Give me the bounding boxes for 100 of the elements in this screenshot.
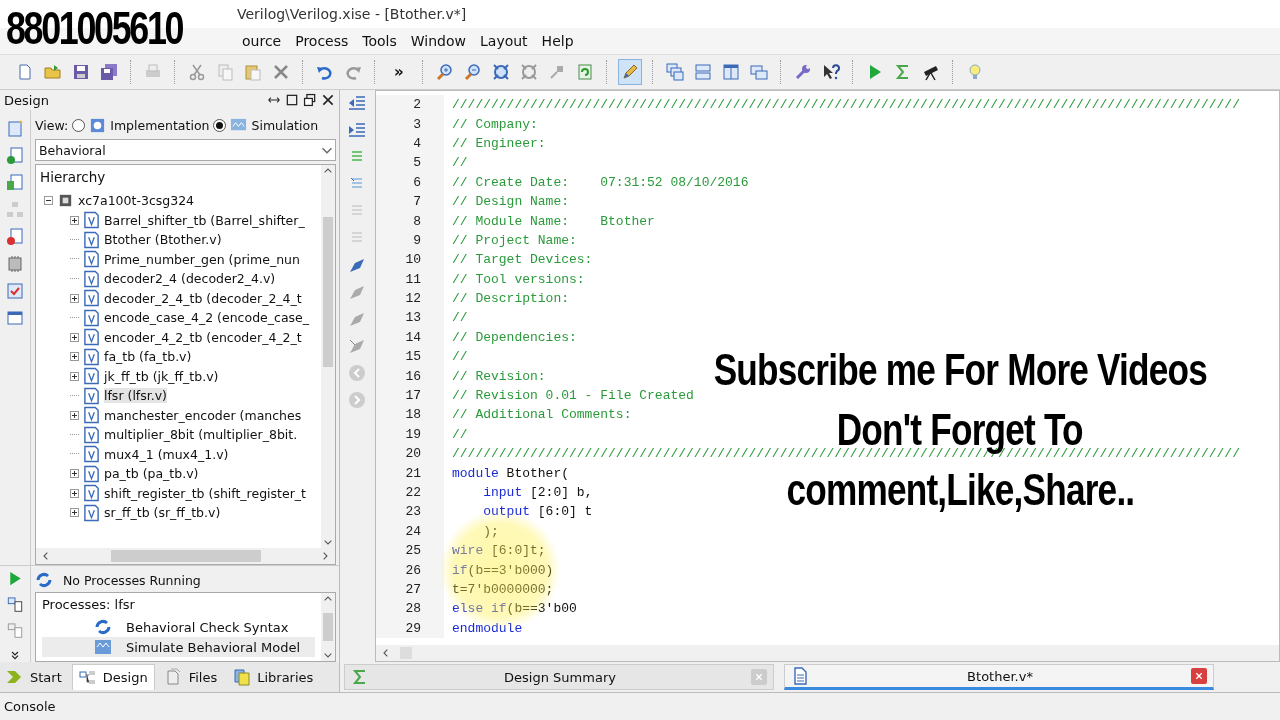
verilog-file-icon bbox=[83, 367, 100, 386]
menu-item[interactable]: Help bbox=[536, 33, 583, 49]
tree-item[interactable]: jk_ff_tb (jk_ff_tb.v) bbox=[104, 368, 219, 384]
cascade-windows-button[interactable] bbox=[663, 60, 686, 84]
document-icon bbox=[791, 667, 809, 685]
expand-icon[interactable] bbox=[70, 332, 79, 342]
window-title: Verilog\Verilog.xise - [Btother.v*] bbox=[237, 6, 467, 22]
tree-item[interactable]: encode_case_4_2 (encode_case_ bbox=[104, 310, 309, 326]
tree-item[interactable]: sr_ff_tb (sr_ff_tb.v) bbox=[104, 505, 221, 521]
tree-item[interactable]: encoder_4_2_tb (encoder_4_2_t bbox=[104, 329, 302, 345]
panel-title: Design bbox=[4, 92, 49, 108]
radio-label[interactable]: Simulation bbox=[251, 117, 319, 133]
view-label: View: bbox=[35, 117, 69, 133]
radio-button[interactable] bbox=[213, 118, 227, 132]
table-icon bbox=[6, 309, 24, 327]
delete-icon bbox=[272, 63, 290, 81]
radio-button[interactable] bbox=[72, 118, 86, 132]
code-line: // Tool versions: bbox=[452, 271, 585, 287]
expand-icon[interactable] bbox=[70, 410, 79, 420]
view-dropdown[interactable]: Behavioral bbox=[35, 139, 336, 161]
caption-overlay: comment,Like,Share.. bbox=[786, 464, 1134, 516]
tree-item[interactable]: Btother (Btother.v) bbox=[104, 232, 222, 248]
tree-item[interactable]: decoder_2_4_tb (decoder_2_4_t bbox=[104, 290, 302, 306]
verilog-file-icon bbox=[83, 464, 100, 483]
line-number: 27 bbox=[376, 579, 444, 600]
expand-icon[interactable] bbox=[70, 215, 79, 225]
task-item[interactable]: Behavioral Check Syntax bbox=[42, 617, 315, 637]
line-number: 12 bbox=[376, 288, 444, 309]
zoom-in-icon bbox=[435, 63, 454, 81]
task-item[interactable]: Simulate Behavioral Model bbox=[42, 637, 315, 657]
bookmark-next-icon bbox=[348, 283, 366, 301]
expand-icon[interactable] bbox=[70, 371, 79, 381]
code-line: module Btother( bbox=[452, 465, 570, 481]
bookmark-prev-icon bbox=[348, 310, 366, 328]
tree-item[interactable]: Barrel_shifter_tb (Barrel_shifter_ bbox=[104, 212, 305, 228]
expand-icon[interactable] bbox=[70, 352, 79, 362]
editor-tab[interactable]: Btother.v* bbox=[784, 664, 1214, 690]
expand-icon[interactable] bbox=[70, 469, 79, 479]
menu-item[interactable]: Process bbox=[290, 33, 358, 49]
verilog-file-icon bbox=[83, 230, 100, 249]
line-number: 5 bbox=[376, 153, 444, 173]
code-line: endmodule bbox=[452, 620, 523, 636]
tree-item[interactable]: mux4_1 (mux4_1.v) bbox=[104, 446, 229, 462]
line-number: 13 bbox=[376, 308, 444, 328]
tree-item[interactable]: multiplier_8bit (multiplier_8bit. bbox=[104, 427, 298, 443]
line-number: 28 bbox=[376, 599, 444, 619]
panel-tab[interactable]: Files bbox=[158, 664, 224, 690]
line-number: 20 bbox=[376, 444, 444, 464]
zoom-out-icon bbox=[463, 63, 482, 81]
tree-item[interactable]: fa_tb (fa_tb.v) bbox=[104, 349, 192, 365]
scrollbar-thumb[interactable] bbox=[323, 613, 333, 641]
tree-item[interactable]: shift_register_tb (shift_register_t bbox=[104, 485, 306, 501]
scrollbar-thumb[interactable] bbox=[323, 216, 333, 367]
tree-item[interactable]: lfsr (lfsr.v) bbox=[104, 388, 167, 404]
line-number: 9 bbox=[376, 230, 444, 251]
refresh-icon bbox=[575, 63, 594, 81]
toolbar-overflow[interactable]: » bbox=[386, 63, 412, 81]
panel-tab[interactable]: Start bbox=[0, 664, 68, 690]
code-line: // bbox=[452, 310, 468, 326]
code-line: // Create Date: 07:31:52 08/10/2016 bbox=[452, 174, 749, 190]
add-source-icon bbox=[6, 147, 24, 165]
processes-title: Processes: lfsr bbox=[42, 597, 136, 614]
code-line: output [6:0] t bbox=[482, 504, 593, 520]
tree-item[interactable]: pa_tb (pa_tb.v) bbox=[104, 466, 199, 482]
code-line: // Module Name: Btother bbox=[452, 213, 655, 229]
expand-icon[interactable] bbox=[70, 293, 79, 303]
expand-icon[interactable] bbox=[70, 488, 79, 498]
radio-label[interactable]: Implementation bbox=[110, 117, 210, 133]
code-line: // Project Name: bbox=[452, 232, 577, 248]
wrench-icon bbox=[793, 63, 812, 81]
menu-item[interactable]: ource bbox=[237, 33, 291, 49]
pencil-button[interactable] bbox=[617, 59, 642, 85]
tree-item[interactable]: decoder2_4 (decoder2_4.v) bbox=[104, 271, 276, 287]
panel-tab[interactable]: Libraries bbox=[227, 664, 320, 690]
maximize-icon bbox=[285, 93, 299, 107]
back-icon bbox=[348, 364, 366, 382]
scrollbar-thumb[interactable] bbox=[110, 550, 261, 562]
save-all-icon bbox=[100, 63, 118, 81]
menu-item[interactable]: Tools bbox=[357, 33, 406, 49]
windows-icon bbox=[749, 63, 768, 81]
remove-source-icon bbox=[6, 228, 24, 246]
chip-gear-icon bbox=[89, 116, 107, 134]
menu-item[interactable]: Window bbox=[405, 33, 475, 49]
tile-vertical-icon bbox=[721, 63, 740, 81]
expand-icon[interactable] bbox=[70, 508, 79, 518]
code-line: // Revision 0.01 - File Created bbox=[452, 388, 694, 404]
menu-item[interactable]: Layout bbox=[475, 33, 537, 49]
verilog-file-icon bbox=[83, 289, 100, 308]
hierarchy-icon bbox=[78, 668, 97, 687]
code-line: if(b==3'b000) bbox=[452, 562, 554, 578]
telescope-icon bbox=[921, 63, 940, 81]
paste-icon bbox=[244, 63, 262, 81]
editor-tab[interactable]: Design Summary bbox=[344, 664, 774, 690]
tree-item[interactable]: xc7a100t-3csg324 bbox=[78, 193, 195, 209]
caption-overlay: Subscribe me For More Videos bbox=[713, 344, 1207, 396]
tree-item[interactable]: manchester_encoder (manches bbox=[104, 407, 302, 423]
line-number: 7 bbox=[376, 191, 444, 212]
panel-tab[interactable]: Design bbox=[71, 664, 155, 690]
tree-item[interactable]: Prime_number_gen (prime_nun bbox=[104, 251, 300, 267]
collapse-icon[interactable] bbox=[44, 196, 53, 206]
